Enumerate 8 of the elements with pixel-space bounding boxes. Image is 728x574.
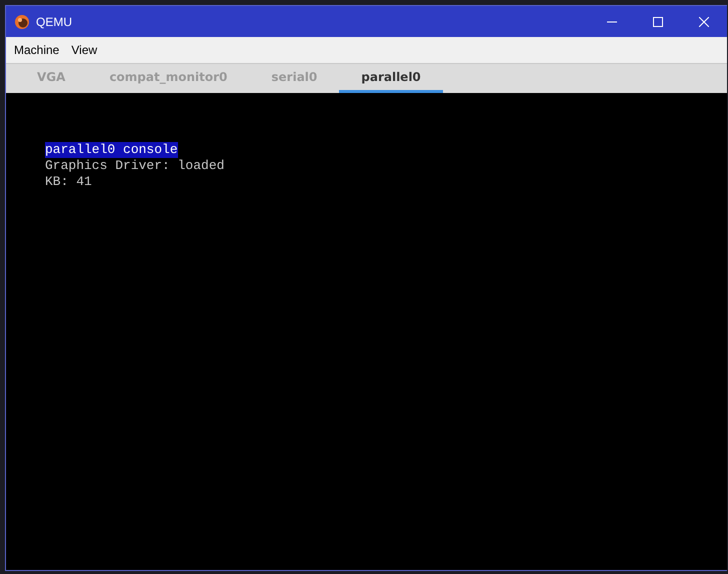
app-icon xyxy=(14,14,30,30)
menu-item[interactable]: Machine xyxy=(8,39,66,61)
console-line: KB: 41 xyxy=(45,174,92,190)
window-title: QEMU xyxy=(36,14,73,28)
close-icon xyxy=(699,16,709,26)
menu-item[interactable]: View xyxy=(65,39,104,61)
console-line: Graphics Driver: loaded xyxy=(45,158,224,174)
maximize-icon xyxy=(653,16,663,26)
